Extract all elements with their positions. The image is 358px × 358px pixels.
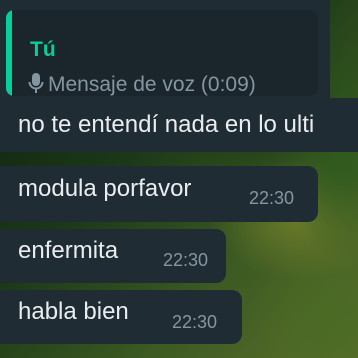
message-bubble[interactable]: no te entendí nada en lo ulti — [0, 98, 358, 152]
message-text: habla bien — [18, 298, 129, 325]
message-bubble[interactable]: enfermita 22:30 — [0, 229, 226, 283]
message-bubble[interactable]: modula porfavor 22:30 — [0, 166, 318, 222]
quoted-content: Mensaje de voz (0:09) — [28, 72, 256, 96]
quoted-content-text: Mensaje de voz (0:09) — [48, 73, 256, 96]
microphone-icon — [28, 73, 44, 93]
message-time: 22:30 — [163, 250, 209, 270]
message-text: modula porfavor — [18, 175, 192, 202]
message-time: 22:30 — [249, 188, 295, 208]
message-bubble[interactable]: habla bien 22:30 — [0, 290, 242, 344]
message-time: 22:30 — [172, 312, 218, 332]
quoted-author: Tú — [30, 38, 56, 61]
message-text: no te entendí nada en lo ulti — [18, 111, 315, 138]
quoted-message[interactable]: Tú Mensaje de voz (0:09) — [6, 10, 318, 96]
message-text: enfermita — [18, 237, 119, 264]
quote-accent-bar — [6, 10, 12, 96]
